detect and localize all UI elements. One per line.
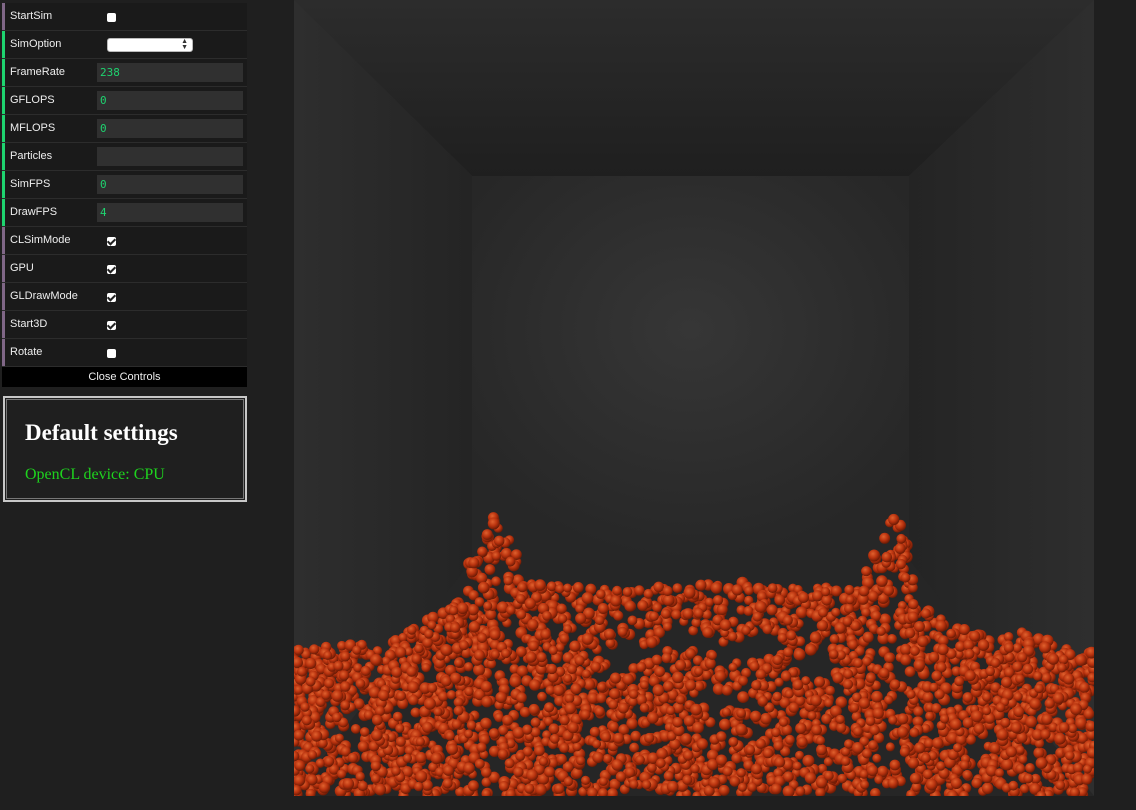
close-controls-button[interactable]: Close Controls xyxy=(2,367,247,387)
particles-field[interactable] xyxy=(97,147,243,166)
control-type-bar xyxy=(2,311,5,338)
start3d-checkbox[interactable] xyxy=(107,321,116,330)
gflops-field[interactable]: 0 xyxy=(97,91,243,110)
particle-scene xyxy=(294,0,1094,796)
control-mflops[interactable]: MFLOPS 0 xyxy=(2,115,247,143)
control-label: GFLOPS xyxy=(10,94,55,106)
info-title: Default settings xyxy=(25,420,178,445)
control-label: GLDrawMode xyxy=(10,290,78,302)
control-label: SimOption xyxy=(10,38,62,50)
mflops-field[interactable]: 0 xyxy=(97,119,243,138)
simulation-viewport[interactable] xyxy=(294,0,1094,796)
drawfps-field[interactable]: 4 xyxy=(97,203,243,222)
control-gldrawmode[interactable]: GLDrawMode xyxy=(2,283,247,311)
control-label: DrawFPS xyxy=(10,206,58,218)
control-rotate[interactable]: Rotate xyxy=(2,339,247,367)
controls-panel: StartSim SimOption ▲ ▼ FrameRate 238 GFLO… xyxy=(2,3,247,387)
control-type-bar xyxy=(2,59,5,86)
back-wall xyxy=(472,176,909,560)
control-type-bar xyxy=(2,171,5,198)
rotate-checkbox[interactable] xyxy=(107,349,116,358)
control-type-bar xyxy=(2,255,5,282)
startsim-checkbox[interactable] xyxy=(107,13,116,22)
gpu-checkbox[interactable] xyxy=(107,265,116,274)
control-label: Particles xyxy=(10,150,53,162)
control-particles[interactable]: Particles xyxy=(2,143,247,171)
control-drawfps[interactable]: DrawFPS 4 xyxy=(2,199,247,227)
control-label: Start3D xyxy=(10,318,48,330)
control-gflops[interactable]: GFLOPS 0 xyxy=(2,87,247,115)
control-framerate[interactable]: FrameRate 238 xyxy=(2,59,247,87)
select-arrows-icon: ▲ ▼ xyxy=(181,38,188,51)
control-label: MFLOPS xyxy=(10,122,56,134)
control-startsim[interactable]: StartSim xyxy=(2,3,247,31)
info-box: Default settings OpenCL device: CPU xyxy=(3,396,247,502)
control-type-bar xyxy=(2,283,5,310)
control-label: CLSimMode xyxy=(10,234,71,246)
control-type-bar xyxy=(2,143,5,170)
control-start3d[interactable]: Start3D xyxy=(2,311,247,339)
control-simoption[interactable]: SimOption ▲ ▼ xyxy=(2,31,247,59)
control-gpu[interactable]: GPU xyxy=(2,255,247,283)
framerate-field[interactable]: 238 xyxy=(97,63,243,82)
control-type-bar xyxy=(2,31,5,58)
clsimmode-checkbox[interactable] xyxy=(107,237,116,246)
control-clsimmode[interactable]: CLSimMode xyxy=(2,227,247,255)
control-label: SimFPS xyxy=(10,178,51,190)
control-type-bar xyxy=(2,87,5,114)
control-label: GPU xyxy=(10,262,34,274)
control-simfps[interactable]: SimFPS 0 xyxy=(2,171,247,199)
control-label: StartSim xyxy=(10,10,53,22)
control-type-bar xyxy=(2,115,5,142)
control-type-bar xyxy=(2,339,5,366)
control-type-bar xyxy=(2,3,5,30)
control-label: FrameRate xyxy=(10,66,66,78)
simfps-field[interactable]: 0 xyxy=(97,175,243,194)
simoption-select[interactable]: ▲ ▼ xyxy=(107,38,193,52)
gldrawmode-checkbox[interactable] xyxy=(107,293,116,302)
opencl-device-label: OpenCL device: CPU xyxy=(25,466,165,483)
control-type-bar xyxy=(2,199,5,226)
control-label: Rotate xyxy=(10,346,43,358)
control-type-bar xyxy=(2,227,5,254)
